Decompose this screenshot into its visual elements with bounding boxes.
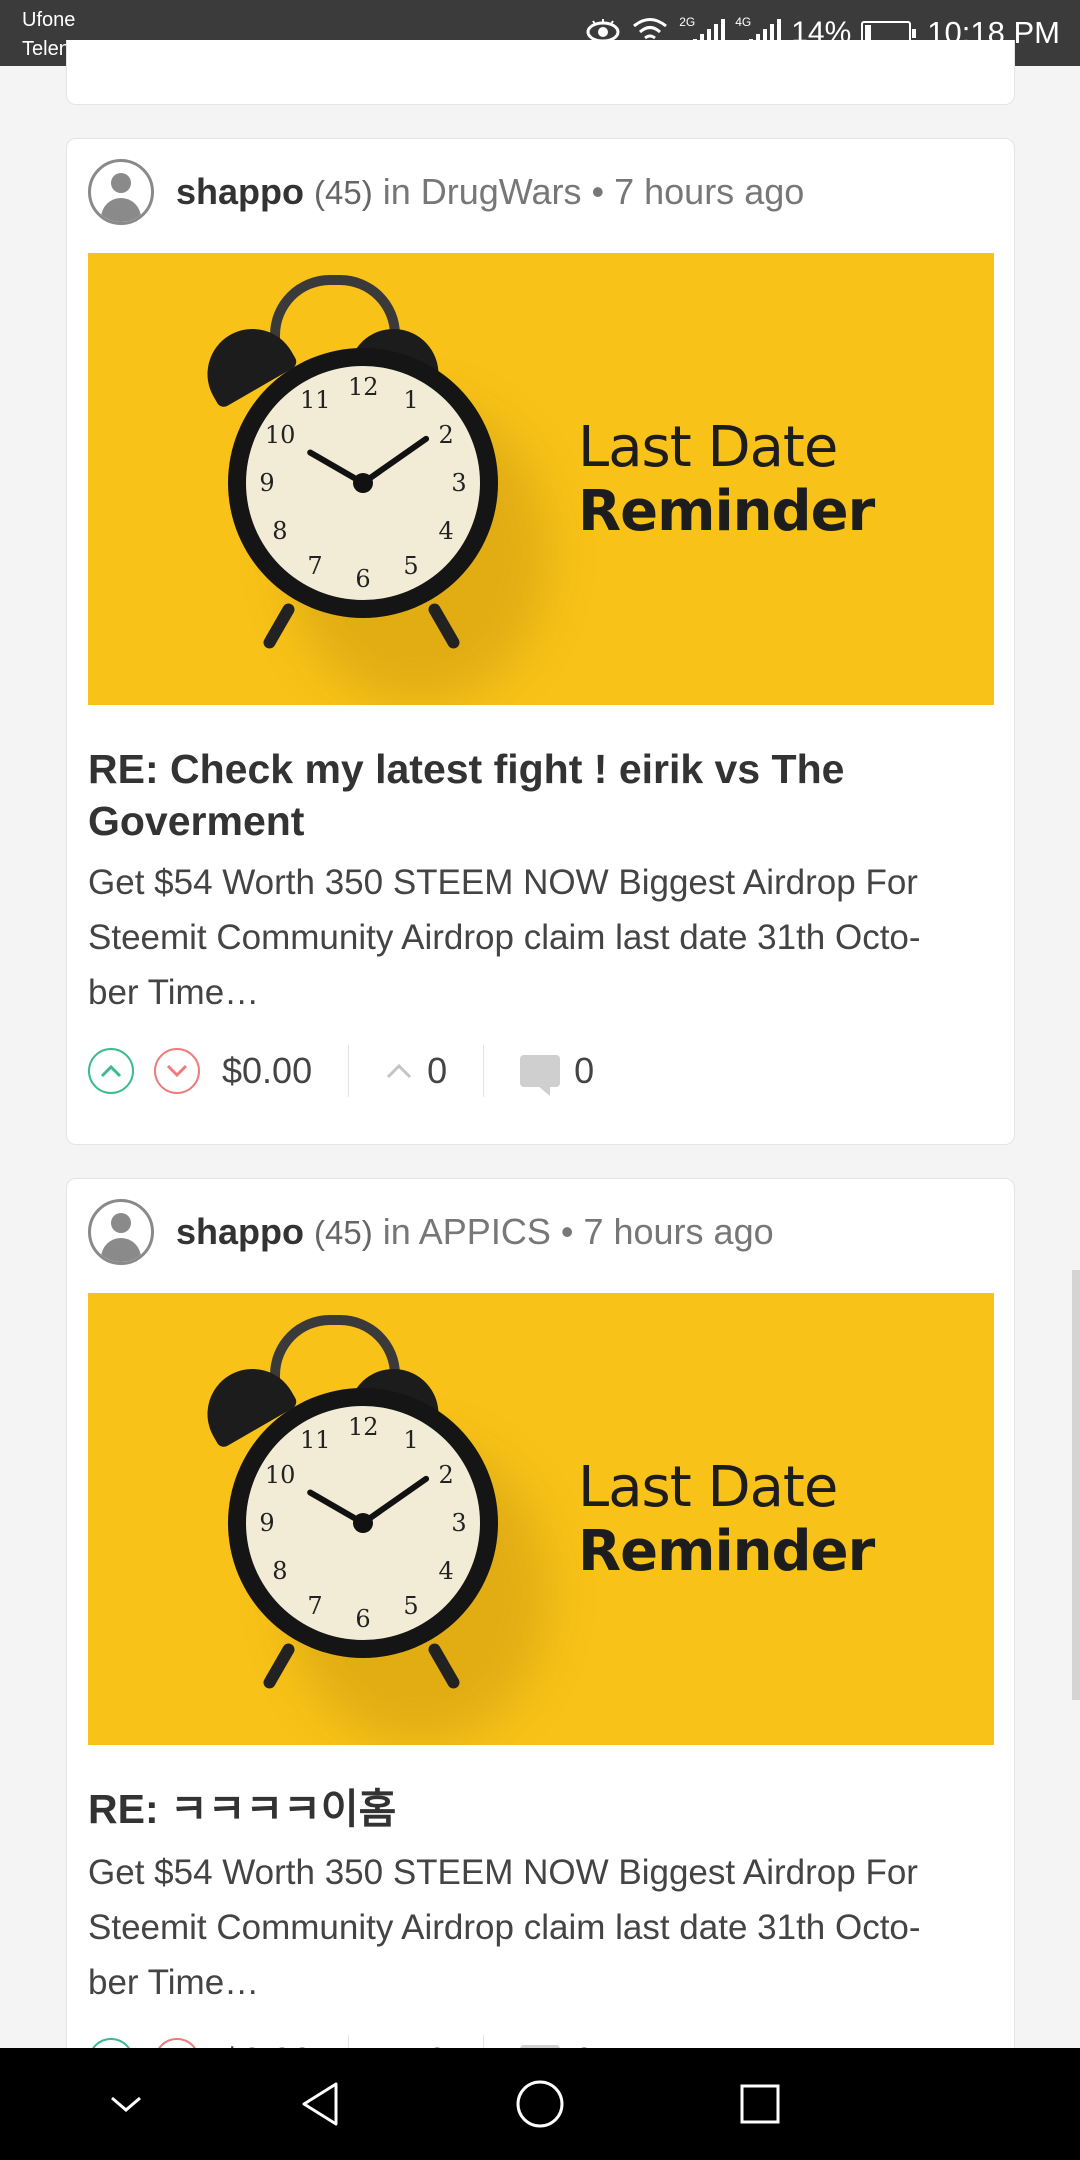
- chevron-up-icon: [100, 1064, 122, 1078]
- post-excerpt[interactable]: Get $54 Worth 350 STEEM NOW Biggest Aird…: [88, 1845, 994, 2010]
- navigation-bar: [0, 2048, 1080, 2160]
- in-label: in: [382, 171, 411, 212]
- meta-separator: •: [591, 171, 605, 212]
- clock-number: 12: [348, 373, 379, 401]
- clock-number: 3: [451, 1509, 467, 1537]
- excerpt-line: Get $54 Worth 350 STEEM NOW Biggest Aird…: [88, 863, 918, 902]
- clock-number: 11: [300, 1425, 331, 1454]
- excerpt-line: ber Time…: [88, 1963, 260, 2002]
- clock-number: 8: [272, 1557, 288, 1585]
- clock-number: 5: [403, 1592, 419, 1621]
- scrollbar[interactable]: [1072, 1270, 1080, 1700]
- clock-number: 4: [438, 517, 454, 545]
- battery-fill: [865, 25, 872, 41]
- chevron-down-icon: [166, 1064, 188, 1078]
- clock-number: 2: [438, 421, 454, 449]
- alarm-clock-leg-left: [261, 601, 297, 651]
- post-title[interactable]: RE: ㅋㅋㅋㅋ이홈: [88, 1783, 994, 1835]
- community-link[interactable]: APPICS: [419, 1211, 551, 1252]
- post-title[interactable]: RE: Check my latest fight ! eirik vs The…: [88, 743, 994, 847]
- post-cover-image[interactable]: 12 1 2 3 4 5 6 7 8 9 10 11 Last Date Reminder: [88, 253, 994, 705]
- excerpt-line: ber Time…: [88, 973, 260, 1012]
- clock-number: 4: [438, 1557, 454, 1585]
- author-reputation: (45): [314, 1214, 373, 1251]
- post-actions: $0.00 0 0: [88, 1043, 594, 1099]
- alarm-clock-leg-left: [261, 1641, 297, 1691]
- post-header: shappo (45) in DrugWars • 7 hours ago: [88, 159, 804, 225]
- divider: [348, 1045, 350, 1097]
- excerpt-line: Steemit Community Airdrop claim last dat…: [88, 1908, 921, 1947]
- divider: [483, 1045, 485, 1097]
- clock-number: 1: [403, 1425, 419, 1454]
- clock-number: 5: [403, 552, 419, 581]
- clock-number: 8: [272, 517, 288, 545]
- clock-number: 7: [307, 552, 323, 581]
- hide-keyboard-icon[interactable]: [94, 2072, 158, 2136]
- payout-value[interactable]: $0.00: [222, 1050, 312, 1092]
- post-time: 7 hours ago: [614, 171, 805, 212]
- avatar[interactable]: [88, 159, 154, 225]
- author-link[interactable]: shappo: [176, 1211, 304, 1252]
- author-reputation: (45): [314, 174, 373, 211]
- clock-number: 11: [300, 385, 331, 414]
- clock-number: 2: [438, 1461, 454, 1489]
- post-meta: shappo (45) in DrugWars • 7 hours ago: [176, 171, 804, 213]
- clock-number: 1: [403, 385, 419, 414]
- comment-count: 0: [574, 1050, 595, 1091]
- cover-text-line-2: Reminder: [578, 479, 875, 544]
- clock-number: 10: [264, 421, 296, 449]
- comments-button[interactable]: 0: [520, 1050, 595, 1096]
- cover-text-line-1: Last Date: [578, 415, 838, 480]
- post-card[interactable]: shappo (45) in APPICS • 7 hours ago 12 1 2…: [66, 1178, 1015, 2087]
- chevron-up-icon: [387, 1063, 412, 1079]
- clock-number: 6: [355, 1605, 371, 1633]
- signal-2-type: 4G: [735, 15, 752, 29]
- post-time: 7 hours ago: [583, 1211, 774, 1252]
- post-excerpt[interactable]: Get $54 Worth 350 STEEM NOW Biggest Aird…: [88, 855, 994, 1020]
- excerpt-line: Get $54 Worth 350 STEEM NOW Biggest Aird…: [88, 1853, 918, 1892]
- excerpt-line: Steemit Community Airdrop claim last dat…: [88, 918, 921, 957]
- clock-number: 7: [307, 1592, 323, 1621]
- clock-number: 6: [355, 565, 371, 593]
- downvote-button[interactable]: [154, 1048, 200, 1094]
- cover-text-line-2: Reminder: [578, 1519, 875, 1584]
- author-link[interactable]: shappo: [176, 171, 304, 212]
- recents-icon[interactable]: [728, 2072, 792, 2136]
- vote-count: 0: [427, 1050, 448, 1091]
- clock-number: 3: [451, 469, 467, 497]
- cover-text-line-1: Last Date: [578, 1455, 838, 1520]
- post-card[interactable]: shappo (45) in DrugWars • 7 hours ago 12…: [66, 138, 1015, 1145]
- clock-number: 10: [264, 1461, 296, 1489]
- back-icon[interactable]: [288, 2072, 352, 2136]
- alarm-clock-face: 12 1 2 3 4 5 6 7 8 9 10 11: [228, 348, 498, 618]
- community-link[interactable]: DrugWars: [421, 171, 582, 212]
- comment-icon: [520, 1055, 561, 1096]
- alarm-clock-face: 12 1 2 3 4 5 6 7 8 9 10 11: [228, 1388, 498, 1658]
- carrier-1: Ufone: [22, 9, 76, 31]
- signal-1-type: 2G: [679, 15, 696, 29]
- votes-button[interactable]: 0: [385, 1050, 447, 1092]
- upvote-button[interactable]: [88, 1048, 134, 1094]
- meta-separator: •: [560, 1211, 574, 1252]
- post-meta: shappo (45) in APPICS • 7 hours ago: [176, 1211, 774, 1253]
- clock-number: 12: [348, 1413, 379, 1441]
- clock-center-pin: [353, 473, 373, 493]
- clock-center-pin: [353, 1513, 373, 1533]
- avatar[interactable]: [88, 1199, 154, 1265]
- home-icon[interactable]: [508, 2072, 572, 2136]
- post-header: shappo (45) in APPICS • 7 hours ago: [88, 1199, 774, 1265]
- clock-number: 9: [259, 469, 275, 497]
- in-label: in: [382, 1211, 411, 1252]
- previous-post-card[interactable]: [66, 40, 1015, 105]
- post-cover-image[interactable]: 12 1 2 3 4 5 6 7 8 9 10 11 Last Date Reminder: [88, 1293, 994, 1745]
- clock-number: 9: [259, 1509, 275, 1537]
